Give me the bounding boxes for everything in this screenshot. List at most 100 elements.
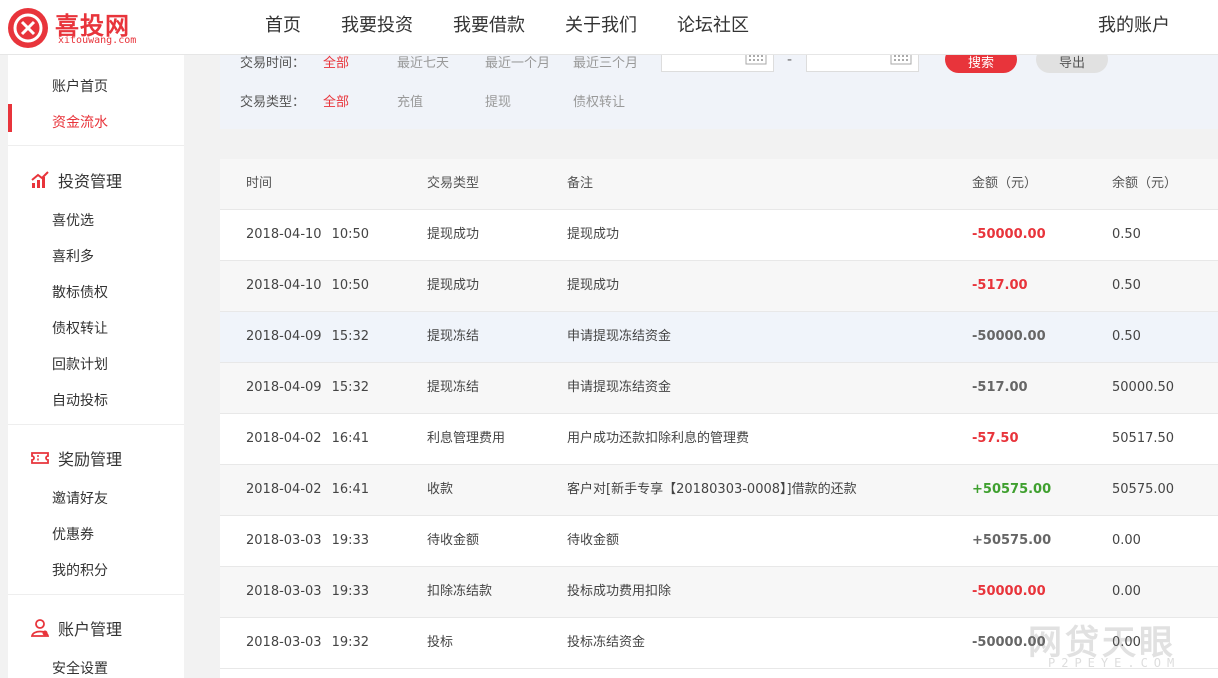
cell-date: 2018-04-09 bbox=[246, 329, 322, 344]
sidebar-divider bbox=[8, 145, 184, 146]
sidebar-divider bbox=[8, 424, 184, 425]
user-icon bbox=[30, 619, 50, 637]
column-header-time: 时间 bbox=[246, 176, 273, 191]
section-title: 投资管理 bbox=[58, 172, 123, 191]
table-row: 2018-04-02 16:41 利息管理费用 用户成功还款扣除利息的管理费 -57.5… bbox=[220, 414, 1218, 465]
section-account-management[interactable]: 账户管理 bbox=[30, 616, 122, 640]
type-filter-label: 交易类型： bbox=[240, 95, 306, 110]
sidebar-item-auto-bid[interactable]: 自动投标 bbox=[52, 390, 108, 410]
cell-date: 2018-03-03 bbox=[246, 635, 322, 650]
cell-clock-time: 16:41 bbox=[331, 431, 370, 446]
table-row: 2018-04-09 15:32 提现冻结 申请提现冻结资金 -50000.00 0.50 bbox=[220, 312, 1218, 363]
cell-time: 2018-04-02 16:41 bbox=[246, 465, 369, 515]
column-header-amount: 金额（元） bbox=[972, 176, 1038, 191]
sidebar-item-invite-friends[interactable]: 邀请好友 bbox=[52, 488, 108, 508]
cell-time: 2018-04-10 10:50 bbox=[246, 210, 369, 260]
cell-amount: -50000.00 bbox=[972, 227, 1046, 242]
sidebar: 账户首页 资金流水 投资管理 喜优选 喜利多 散标债权 债权转让 回款计划 自动… bbox=[8, 54, 184, 678]
cell-date: 2018-04-02 bbox=[246, 431, 322, 446]
chart-icon bbox=[31, 171, 49, 188]
type-option-all[interactable]: 全部 bbox=[323, 91, 349, 110]
cell-clock-time: 15:32 bbox=[331, 380, 370, 395]
cell-amount: -57.50 bbox=[972, 431, 1019, 446]
section-invest-management[interactable]: 投资管理 bbox=[30, 168, 122, 192]
sidebar-item-coupons[interactable]: 优惠券 bbox=[52, 524, 94, 544]
sidebar-item-account-home[interactable]: 账户首页 bbox=[52, 76, 108, 96]
filter-panel: 交易时间： 全部 最近七天 最近一个月 最近三个月 - 搜索 导出 交易类型： … bbox=[220, 46, 1218, 129]
cell-clock-time: 15:32 bbox=[331, 329, 370, 344]
ticket-icon bbox=[31, 452, 49, 464]
sidebar-item-claim-transfer[interactable]: 债权转让 bbox=[52, 318, 108, 338]
nav-home[interactable]: 首页 bbox=[250, 0, 321, 54]
table-row: 2018-03-03 19:33 待收金额 待收金额 +50575.00 0.00 bbox=[220, 516, 1218, 567]
sidebar-item-loan-claims[interactable]: 散标债权 bbox=[52, 282, 108, 302]
cell-type: 利息管理费用 bbox=[427, 431, 506, 446]
cell-clock-time: 19:33 bbox=[331, 584, 370, 599]
cell-time: 2018-04-10 10:50 bbox=[246, 261, 369, 311]
cell-clock-time: 10:50 bbox=[331, 227, 370, 242]
cell-type: 投标 bbox=[427, 635, 454, 650]
cell-time: 2018-03-03 19:33 bbox=[246, 516, 369, 566]
type-option-withdraw[interactable]: 提现 bbox=[485, 91, 511, 110]
cell-balance: 0.00 bbox=[1112, 533, 1141, 548]
cell-balance: 0.50 bbox=[1112, 227, 1141, 242]
top-header: 喜投网 xitouwang.com 首页 我要投资 我要借款 关于我们 论坛社区… bbox=[0, 0, 1218, 55]
table-row: 2018-04-09 15:32 提现冻结 申请提现冻结资金 -517.00 50000.… bbox=[220, 363, 1218, 414]
cell-date: 2018-04-09 bbox=[246, 380, 322, 395]
cell-amount: -517.00 bbox=[972, 380, 1028, 395]
cell-amount: -50000.00 bbox=[972, 329, 1046, 344]
active-indicator bbox=[8, 104, 12, 132]
cell-amount: -517.00 bbox=[972, 278, 1028, 293]
cell-type: 提现冻结 bbox=[427, 380, 480, 395]
column-header-balance: 余额（元） bbox=[1112, 176, 1178, 191]
cell-note: 提现成功 bbox=[567, 278, 620, 293]
cell-note: 投标冻结资金 bbox=[567, 635, 646, 650]
table-header: 时间 交易类型 备注 金额（元） 余额（元） bbox=[220, 159, 1218, 210]
sidebar-divider bbox=[8, 594, 184, 595]
cell-note: 申请提现冻结资金 bbox=[567, 329, 672, 344]
cell-type: 提现冻结 bbox=[427, 329, 480, 344]
nav-about[interactable]: 关于我们 bbox=[545, 0, 657, 54]
sidebar-item-xiliduo[interactable]: 喜利多 bbox=[52, 246, 94, 266]
my-account-link[interactable]: 我的账户 bbox=[1098, 0, 1170, 52]
nav-forum[interactable]: 论坛社区 bbox=[657, 0, 769, 54]
cell-balance: 0.00 bbox=[1112, 584, 1141, 599]
cell-balance: 50575.00 bbox=[1112, 482, 1175, 497]
sidebar-item-my-points[interactable]: 我的积分 bbox=[52, 560, 108, 580]
site-logo[interactable]: 喜投网 xitouwang.com bbox=[8, 6, 148, 50]
column-header-note: 备注 bbox=[567, 176, 594, 191]
nav-borrow[interactable]: 我要借款 bbox=[433, 0, 545, 54]
cell-time: 2018-03-03 19:32 bbox=[246, 618, 369, 668]
cell-type: 提现成功 bbox=[427, 227, 480, 242]
type-option-claim-transfer[interactable]: 债权转让 bbox=[573, 91, 625, 110]
section-reward-management[interactable]: 奖励管理 bbox=[30, 446, 122, 470]
cell-amount: -50000.00 bbox=[972, 584, 1046, 599]
column-header-type: 交易类型 bbox=[427, 176, 480, 191]
sidebar-item-fund-flow[interactable]: 资金流水 bbox=[52, 112, 108, 132]
cell-clock-time: 19:33 bbox=[331, 533, 370, 548]
cell-time: 2018-04-02 16:41 bbox=[246, 414, 369, 464]
sidebar-item-repayment-plan[interactable]: 回款计划 bbox=[52, 354, 108, 374]
nav-invest[interactable]: 我要投资 bbox=[321, 0, 433, 54]
cell-amount: -50000.00 bbox=[972, 635, 1046, 650]
cell-date: 2018-04-02 bbox=[246, 482, 322, 497]
type-option-recharge[interactable]: 充值 bbox=[397, 91, 423, 110]
sidebar-item-xiyouxuan[interactable]: 喜优选 bbox=[52, 210, 94, 230]
cell-balance: 0.50 bbox=[1112, 278, 1141, 293]
section-title: 奖励管理 bbox=[58, 450, 123, 469]
cell-date: 2018-04-10 bbox=[246, 278, 322, 293]
sidebar-item-security-settings[interactable]: 安全设置 bbox=[52, 658, 108, 678]
cell-note: 申请提现冻结资金 bbox=[567, 380, 672, 395]
cell-type: 收款 bbox=[427, 482, 454, 497]
cell-note: 投标成功费用扣除 bbox=[567, 584, 672, 599]
cell-time: 2018-04-09 15:32 bbox=[246, 312, 369, 362]
table-row: 2018-03-03 19:33 扣除冻结款 投标成功费用扣除 -50000.00 0.0… bbox=[220, 567, 1218, 618]
cell-clock-time: 19:32 bbox=[331, 635, 370, 650]
cell-clock-time: 10:50 bbox=[331, 278, 370, 293]
table-row: 2018-04-10 10:50 提现成功 提现成功 -517.00 0.50 bbox=[220, 261, 1218, 312]
cell-note: 用户成功还款扣除利息的管理费 bbox=[567, 431, 750, 446]
cell-date: 2018-03-03 bbox=[246, 533, 322, 548]
cell-amount: +50575.00 bbox=[972, 533, 1052, 548]
cell-balance: 50517.50 bbox=[1112, 431, 1175, 446]
table-row: 2018-04-02 16:41 收款 客户对[新手专享【20180303-0008】… bbox=[220, 465, 1218, 516]
